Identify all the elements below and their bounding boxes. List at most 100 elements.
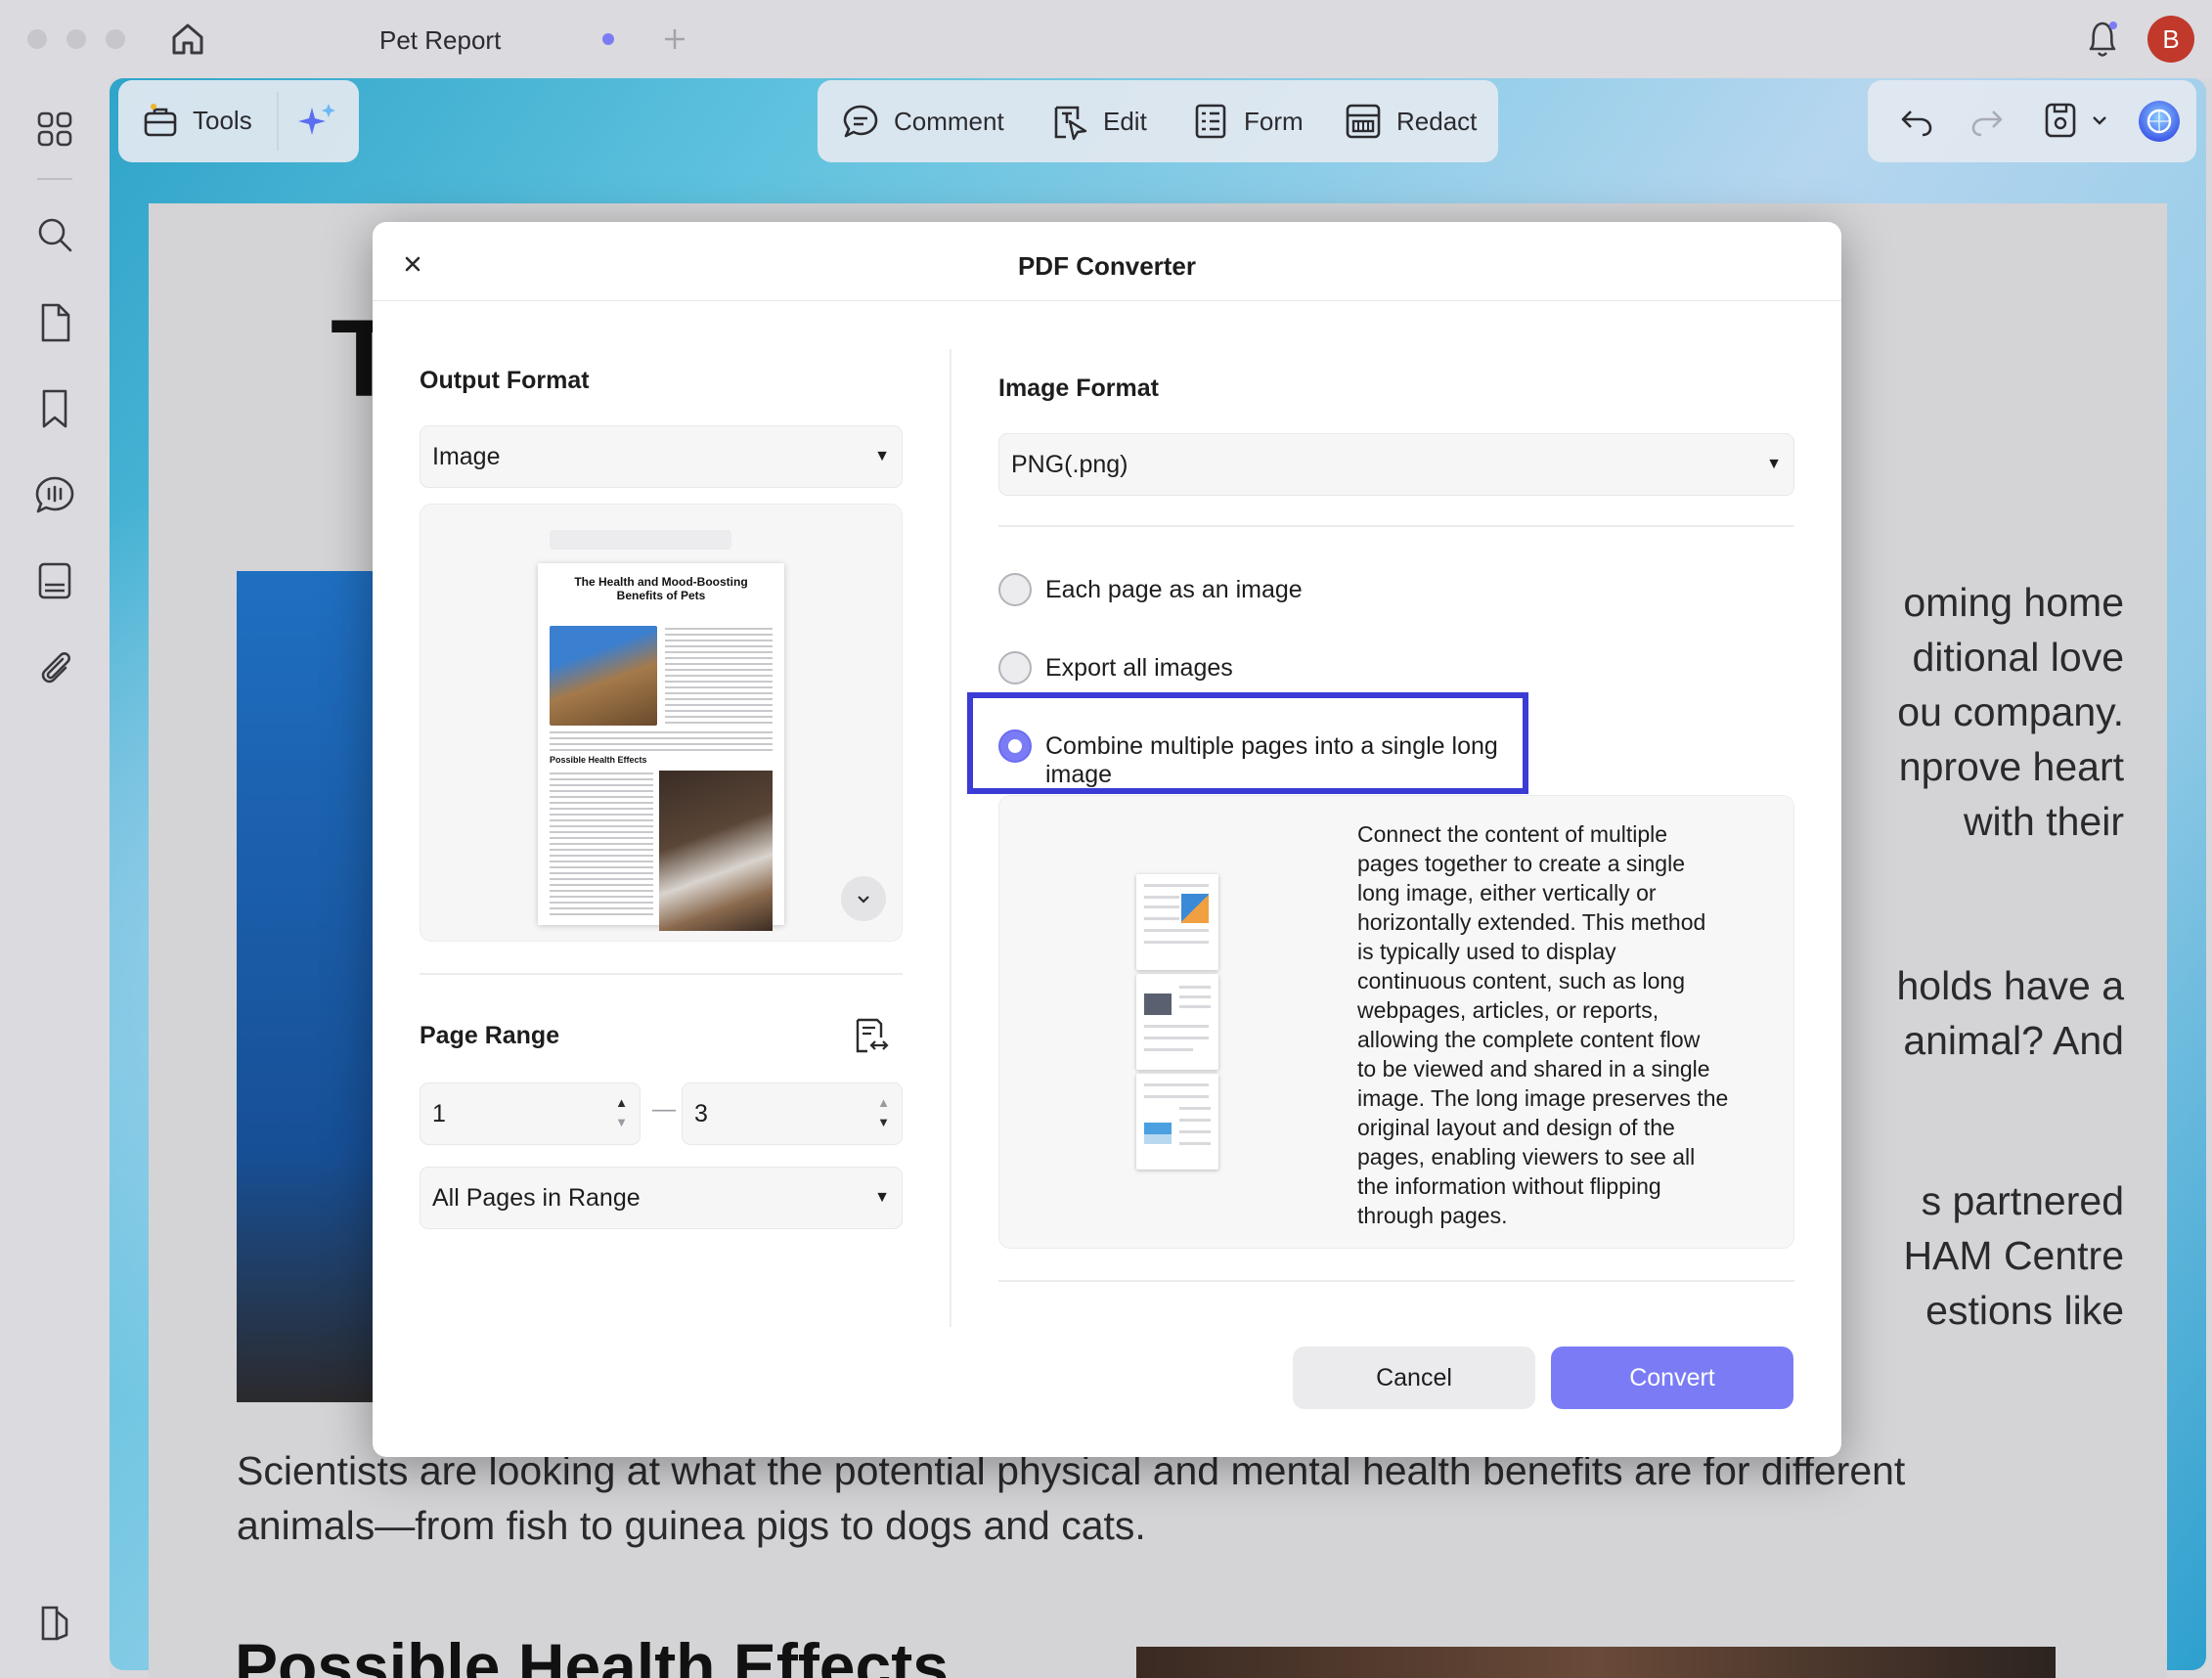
preview-expand-button[interactable]	[841, 876, 886, 921]
document-section-heading: Possible Health Effects	[235, 1630, 949, 1678]
bookmark-icon[interactable]	[31, 385, 78, 432]
output-format-select[interactable]: Image ▼	[420, 425, 903, 488]
save-options-chevron-icon[interactable]	[2089, 110, 2110, 131]
preview-title: The Health and Mood-Boosting Benefits of…	[574, 575, 748, 602]
stepper-arrows-icon[interactable]: ▲ ▼	[877, 1093, 890, 1132]
range-mode-select[interactable]: All Pages in Range ▼	[420, 1167, 903, 1229]
range-mode-value: All Pages in Range	[432, 1183, 641, 1212]
stamp-icon[interactable]	[31, 557, 78, 604]
window-zoom-dot[interactable]	[106, 29, 125, 49]
comment-button[interactable]: Comment	[841, 102, 1004, 141]
main-tools-card: Comment Edit Form Redact	[818, 80, 1498, 162]
pdf-converter-dialog: PDF Converter Output Format Image ▼ The …	[373, 222, 1841, 1457]
illustration-page-2	[1136, 974, 1218, 1070]
tools-button[interactable]: Tools	[142, 102, 252, 139]
sidebar-divider	[37, 178, 72, 180]
redo-icon[interactable]	[1968, 102, 2007, 141]
redact-label: Redact	[1396, 106, 1478, 136]
page-thumbnails-icon[interactable]	[31, 299, 78, 346]
ai-sparkle-icon[interactable]	[296, 100, 339, 143]
chevron-down-icon	[858, 896, 869, 904]
option-export-all-label: Export all images	[1045, 654, 1233, 682]
left-divider	[420, 973, 903, 975]
preview-cat-photo	[550, 626, 657, 726]
right-divider-bottom	[998, 1280, 1794, 1282]
new-tab-icon[interactable]	[657, 22, 692, 57]
preview-page-thumbnail: The Health and Mood-Boosting Benefits of…	[538, 563, 784, 931]
preview-text-block-2	[550, 731, 773, 751]
illustration-page-3	[1136, 1074, 1218, 1170]
option-each-page[interactable]: Each page as an image	[998, 570, 1487, 609]
long-image-illustration	[1136, 874, 1218, 1171]
stepper-arrows-icon[interactable]: ▲ ▼	[615, 1093, 628, 1132]
undo-icon[interactable]	[1897, 102, 1936, 141]
document-bottom-paragraph: Scientists are looking at what the poten…	[237, 1448, 1906, 1548]
preview-text-block-1	[665, 628, 773, 726]
document-image	[237, 571, 374, 1402]
right-divider-top	[998, 525, 1794, 527]
save-icon[interactable]	[2040, 100, 2081, 141]
tools-card: Tools	[118, 80, 359, 162]
range-separator: —	[652, 1096, 676, 1123]
option-combine-pages[interactable]: Combine multiple pages into a single lon…	[998, 727, 1526, 788]
toolbar-divider	[277, 92, 279, 151]
option-description-panel: Connect the content of multiple pages to…	[998, 795, 1794, 1249]
option-each-page-label: Each page as an image	[1045, 576, 1303, 603]
preview-text-block-3	[550, 773, 653, 917]
ai-assistant-icon[interactable]	[2136, 98, 2183, 145]
tab-pet-report[interactable]: Pet Report	[332, 8, 645, 70]
comments-icon[interactable]	[31, 471, 78, 518]
redact-button[interactable]: Redact	[1344, 102, 1477, 141]
sidebar-toggle-icon[interactable]	[31, 1600, 78, 1647]
toolbox-icon	[142, 102, 179, 139]
home-icon[interactable]	[166, 18, 209, 61]
radio-export-all[interactable]	[998, 651, 1032, 684]
search-icon[interactable]	[31, 211, 78, 258]
output-preview-panel: The Health and Mood-Boosting Benefits of…	[420, 504, 903, 942]
user-avatar[interactable]: B	[2147, 16, 2194, 63]
preview-dog-photo	[659, 771, 773, 931]
unsaved-dot-icon	[602, 33, 614, 45]
dropdown-caret-icon: ▼	[874, 448, 890, 464]
output-format-value: Image	[432, 442, 501, 470]
image-format-label: Image Format	[998, 375, 1159, 402]
title-bar: Pet Report B	[0, 0, 2212, 78]
edit-icon	[1050, 102, 1089, 141]
cancel-button[interactable]: Cancel	[1293, 1347, 1535, 1409]
option-description-text: Connect the content of multiple pages to…	[1357, 821, 1729, 1228]
dialog-header-divider	[373, 300, 1841, 301]
window-minimize-dot[interactable]	[66, 29, 86, 49]
form-button[interactable]: Form	[1191, 102, 1304, 141]
attachment-icon[interactable]	[31, 643, 78, 690]
comment-icon	[841, 102, 880, 141]
output-format-label: Output Format	[420, 367, 590, 394]
page-range-swap-icon[interactable]	[852, 1014, 891, 1057]
page-range-label: Page Range	[420, 1022, 560, 1049]
edit-label: Edit	[1103, 106, 1147, 136]
option-export-all[interactable]: Export all images	[998, 648, 1487, 687]
range-from-value: 1	[432, 1099, 446, 1127]
right-tools-card	[1868, 80, 2196, 162]
left-sidebar	[0, 78, 110, 1678]
dialog-title: PDF Converter	[1017, 251, 1197, 281]
apps-grid-icon[interactable]	[31, 106, 78, 153]
radio-combine-pages[interactable]	[998, 729, 1032, 763]
comment-label: Comment	[894, 106, 1004, 136]
tools-label: Tools	[193, 105, 252, 135]
range-to-value: 3	[694, 1099, 708, 1127]
form-icon	[1191, 102, 1230, 141]
window-close-dot[interactable]	[27, 29, 47, 49]
image-format-select[interactable]: PNG(.png) ▼	[998, 433, 1794, 496]
image-format-value: PNG(.png)	[1011, 450, 1128, 478]
range-to-input[interactable]: 3 ▲ ▼	[682, 1082, 903, 1145]
range-from-input[interactable]: 1 ▲ ▼	[420, 1082, 641, 1145]
dropdown-caret-icon: ▼	[874, 1189, 890, 1206]
column-divider	[950, 349, 951, 1327]
illustration-page-1	[1136, 874, 1218, 970]
bell-icon[interactable]	[2081, 16, 2124, 63]
edit-button[interactable]: Edit	[1050, 102, 1147, 141]
form-label: Form	[1244, 106, 1304, 136]
radio-each-page[interactable]	[998, 573, 1032, 606]
tab-title: Pet Report	[379, 25, 502, 55]
convert-button[interactable]: Convert	[1551, 1347, 1793, 1409]
